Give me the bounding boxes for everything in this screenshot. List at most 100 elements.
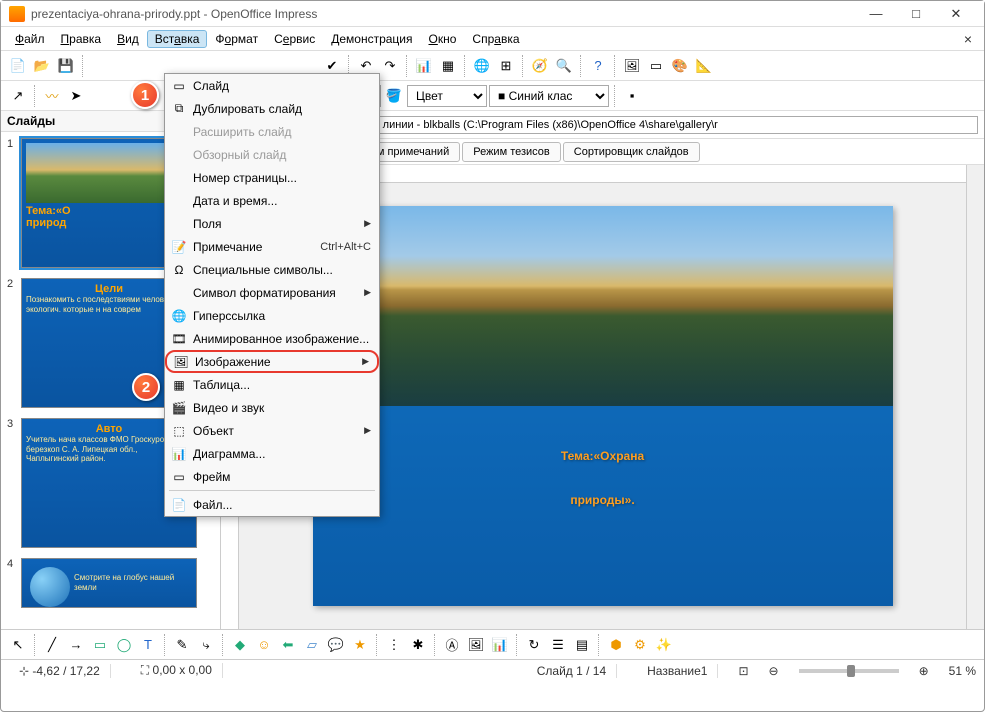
menu-item-объект[interactable]: ⬚Объект▶ (165, 419, 379, 442)
menu-item-дата-и-время-[interactable]: Дата и время... (165, 189, 379, 212)
maximize-button[interactable]: □ (896, 6, 936, 21)
points-icon[interactable]: ⋮ (383, 634, 405, 656)
menu-format[interactable]: Формат (207, 30, 266, 48)
callout-icon[interactable]: 💬 (325, 634, 347, 656)
insert-icon[interactable]: 📊 (489, 634, 511, 656)
menu-item-диаграмма-[interactable]: 📊Диаграмма... (165, 442, 379, 465)
close-document-button[interactable]: × (958, 31, 978, 47)
menu-item-примечание[interactable]: 📝ПримечаниеCtrl+Alt+C (165, 235, 379, 258)
menu-item-фрейм[interactable]: ▭Фрейм (165, 465, 379, 488)
open-icon[interactable]: 📂 (31, 55, 53, 77)
menu-item-гиперссылка[interactable]: 🌐Гиперссылка (165, 304, 379, 327)
menu-slideshow[interactable]: Демонстрация (323, 30, 420, 48)
titlebar: prezentaciya-ohrana-prirody.ppt - OpenOf… (1, 1, 984, 27)
align-icon[interactable]: ☰ (547, 634, 569, 656)
menu-view[interactable]: Вид (109, 30, 147, 48)
menu-edit[interactable]: Правка (53, 30, 110, 48)
stars-icon[interactable]: ★ (349, 634, 371, 656)
gallery-path: Граничные линии - blkballs (C:\Program F… (317, 116, 978, 134)
menu-item-файл-[interactable]: 📄Файл... (165, 493, 379, 516)
menu-item-номер-страницы-[interactable]: Номер страницы... (165, 166, 379, 189)
select-icon[interactable]: ↖ (7, 634, 29, 656)
menu-file[interactable]: Файл (7, 30, 53, 48)
menu-insert[interactable]: Вставка (147, 30, 208, 48)
menu-item-поля[interactable]: Поля▶ (165, 212, 379, 235)
ellipse-icon[interactable]: ◯ (113, 634, 135, 656)
line-icon[interactable]: ╱ (41, 634, 63, 656)
menu-item-расширить-слайд: Расширить слайд (165, 120, 379, 143)
zoom-out-icon[interactable]: ⊖ (769, 664, 779, 678)
fill-color-select[interactable]: ■ Синий клас (489, 85, 609, 107)
arrange-icon[interactable]: ▤ (571, 634, 593, 656)
menu-item-анимированное-изображение-[interactable]: 🎞Анимированное изображение... (165, 327, 379, 350)
slide-thumb-4[interactable]: Смотрите на глобус нашей земли (21, 558, 197, 608)
gallery-icon[interactable]: 🖼 (621, 55, 643, 77)
menu-window[interactable]: Окно (421, 30, 465, 48)
from-file-icon[interactable]: 🖼 (465, 634, 487, 656)
save-icon[interactable]: 💾 (55, 55, 77, 77)
slide-icon[interactable]: ▭ (645, 55, 667, 77)
rotate-icon[interactable]: ↻ (523, 634, 545, 656)
menu-item-дублировать-слайд[interactable]: ⧉Дублировать слайд (165, 97, 379, 120)
insert-menu-dropdown: ▭Слайд⧉Дублировать слайдРасширить слайдО… (164, 73, 380, 517)
menu-help[interactable]: Справка (464, 30, 527, 48)
rect-icon[interactable]: ▭ (89, 634, 111, 656)
current-slide[interactable]: Тема:«Охрана природы». (313, 206, 893, 606)
zoom-slider[interactable] (799, 669, 899, 673)
help-icon[interactable]: ? (587, 55, 609, 77)
shapes-icon[interactable]: ◆ (229, 634, 251, 656)
status-coord: ⊹ -4,62 / 17,22 (9, 664, 111, 678)
close-button[interactable]: ✕ (936, 6, 976, 22)
symbol-shapes-icon[interactable]: ☺ (253, 634, 275, 656)
flowchart-icon[interactable]: ▱ (301, 634, 323, 656)
tab-handout[interactable]: Режим тезисов (462, 142, 561, 162)
status-layout: Название1 (637, 664, 718, 678)
line-style-icon[interactable]: 〰 (41, 85, 63, 107)
tab-sorter[interactable]: Сортировщик слайдов (563, 142, 700, 162)
menu-item-символ-форматирования[interactable]: Символ форматирования▶ (165, 281, 379, 304)
video-icon: 🎬 (169, 400, 189, 416)
arrow-line-icon[interactable]: → (65, 634, 87, 656)
interaction-icon[interactable]: ⚙ (629, 634, 651, 656)
scrollbar-vertical[interactable] (966, 165, 984, 629)
animation-icon[interactable]: ✨ (653, 634, 675, 656)
menu-item-специальные-символы-[interactable]: ΩСпециальные символы... (165, 258, 379, 281)
zoom-in-icon[interactable]: ⊕ (919, 664, 929, 678)
file-icon: 📄 (169, 497, 189, 513)
menu-item-обзорный-слайд: Обзорный слайд (165, 143, 379, 166)
connector-icon[interactable]: ⤷ (195, 634, 217, 656)
extrusion-icon[interactable]: ⬢ (605, 634, 627, 656)
arrow-icon[interactable]: ↗ (7, 85, 29, 107)
text-icon[interactable]: T (137, 634, 159, 656)
menu-tools[interactable]: Сервис (266, 30, 323, 48)
chart-icon: 📊 (169, 446, 189, 462)
chart-icon[interactable]: 📊 (413, 55, 435, 77)
redo-icon[interactable]: ↷ (379, 55, 401, 77)
drawing-toolbar: ↖ ╱ → ▭ ◯ T ✎ ⤷ ◆ ☺ ⬅ ▱ 💬 ★ ⋮ ✱ Ⓐ 🖼 📊 ↻ … (1, 629, 984, 659)
design-icon[interactable]: 🎨 (669, 55, 691, 77)
zoom-value[interactable]: 51 % (949, 664, 976, 678)
zoom-icon[interactable]: 🔍 (553, 55, 575, 77)
navigator-icon[interactable]: 🧭 (529, 55, 551, 77)
block-arrows-icon[interactable]: ⬅ (277, 634, 299, 656)
menu-item-слайд[interactable]: ▭Слайд (165, 74, 379, 97)
fill-icon[interactable]: 🪣 (383, 85, 405, 107)
hyperlink-icon[interactable]: 🌐 (471, 55, 493, 77)
minimize-button[interactable]: — (856, 6, 896, 21)
table-icon[interactable]: ▦ (437, 55, 459, 77)
fill-type-select[interactable]: Цвет (407, 85, 487, 107)
glue-icon[interactable]: ✱ (407, 634, 429, 656)
zoom-fit-icon[interactable]: ⊡ (738, 664, 748, 678)
menu-item-изображение[interactable]: 🖼Изображение▶ (165, 350, 379, 373)
arrow-style-icon[interactable]: ➤ (65, 85, 87, 107)
status-size: ⛶ 0,00 x 0,00 (131, 663, 223, 678)
shadow-icon[interactable]: ▪ (621, 85, 643, 107)
curve-icon[interactable]: ✎ (171, 634, 193, 656)
layout-icon[interactable]: 📐 (693, 55, 715, 77)
fontwork-icon[interactable]: Ⓐ (441, 634, 463, 656)
new-icon[interactable]: 📄 (7, 55, 29, 77)
note-icon: 📝 (169, 239, 189, 255)
grid-icon[interactable]: ⊞ (495, 55, 517, 77)
menu-item-видео-и-звук[interactable]: 🎬Видео и звук (165, 396, 379, 419)
menu-item-таблица-[interactable]: ▦Таблица... (165, 373, 379, 396)
